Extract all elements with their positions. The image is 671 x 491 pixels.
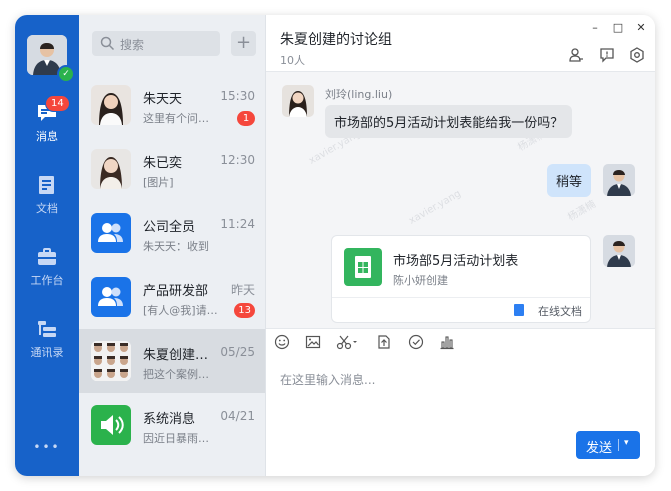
- briefcase-icon: [38, 248, 56, 265]
- sender-avatar[interactable]: [282, 85, 314, 117]
- send-button[interactable]: 发送 ▾: [576, 431, 640, 459]
- conversation-name: 朱已奕: [143, 156, 183, 171]
- shared-doc-card[interactable]: 市场部5月活动计划表 陈小妍创建 在线文档: [331, 235, 591, 323]
- conversation-item[interactable]: 产品研发部 昨天 [有人@我]请尽快处理 13: [79, 265, 265, 329]
- chat-panel: 朱夏创建的讨论组 10人 – □ ✕ xavier.yang xavier.ya…: [266, 15, 655, 476]
- conversation-item[interactable]: 朱夏创建的讨论组 05/25 把这个案例再整理一下: [79, 329, 265, 393]
- chevron-down-icon[interactable]: ▾: [624, 438, 629, 448]
- my-message-avatar: [603, 235, 635, 267]
- app-window: ✓ 14 消息 文档 工作台 通讯录 ••• 搜索 + 朱天天 15:30 这里…: [15, 15, 655, 476]
- input-toolbar: [266, 328, 655, 355]
- incoming-message[interactable]: 市场部的5月活动计划表能给我一份吗？: [325, 105, 573, 138]
- nav-label-messages: 消息: [36, 130, 58, 143]
- chat-title: 朱夏创建的讨论组: [280, 32, 392, 48]
- conversation-name: 朱夏创建的讨论组: [143, 348, 218, 363]
- outgoing-message[interactable]: 稍等: [547, 164, 592, 197]
- spreadsheet-icon: [344, 248, 382, 286]
- send-button-label: 发送: [586, 441, 613, 456]
- conversation-time: 05/25: [220, 345, 255, 359]
- member-count: 10人: [280, 54, 305, 67]
- conversation-item[interactable]: 朱已奕 12:30 [图片]: [79, 137, 265, 201]
- conversation-time: 15:30: [220, 89, 255, 103]
- image-icon[interactable]: [305, 334, 321, 350]
- nav-label-workbench: 工作台: [30, 274, 64, 287]
- conversation-time: 昨天: [230, 283, 255, 297]
- nav-item-contacts[interactable]: 通讯录: [15, 319, 79, 360]
- nav-label-contacts: 通讯录: [30, 346, 64, 359]
- document-icon: [39, 176, 54, 194]
- unread-badge: 1: [237, 111, 255, 126]
- add-button[interactable]: +: [231, 31, 256, 56]
- nav-label-docs: 文档: [36, 202, 58, 215]
- settings-icon[interactable]: [629, 47, 645, 63]
- contacts-icon: [38, 321, 56, 337]
- nav-rail: ✓ 14 消息 文档 工作台 通讯录 •••: [15, 15, 79, 476]
- unread-badge: 13: [234, 303, 255, 318]
- conversation-time: 11:24: [220, 217, 255, 231]
- my-message-avatar: [603, 164, 635, 196]
- search-icon: [100, 36, 115, 51]
- doc-title: 市场部5月活动计划表: [393, 254, 519, 269]
- send-divider: [618, 439, 619, 451]
- message-area: xavier.yang xavier.yang 杨潇楠 xavier.yang …: [266, 72, 655, 328]
- emoji-icon[interactable]: [274, 334, 290, 350]
- poll-chart-icon[interactable]: [439, 334, 455, 350]
- conversation-name: 系统消息: [143, 412, 196, 427]
- minimize-button[interactable]: –: [588, 21, 602, 35]
- close-button[interactable]: ✕: [634, 21, 648, 35]
- watermark: 杨潇楠: [566, 198, 598, 224]
- conversation-item[interactable]: 公司全员 11:24 朱天天：收到: [79, 201, 265, 265]
- sender-name: 刘玲(ling.liu): [325, 88, 393, 101]
- watermark: xavier.yang: [407, 188, 463, 227]
- search-placeholder: 搜索: [120, 38, 145, 52]
- speaker-icon: [91, 405, 131, 445]
- search-box[interactable]: 搜索: [92, 31, 220, 56]
- more-icon[interactable]: •••: [15, 440, 79, 454]
- chat-header: 朱夏创建的讨论组 10人 – □ ✕: [266, 15, 655, 72]
- file-upload-icon[interactable]: [376, 334, 392, 350]
- conversation-list: 搜索 + 朱天天 15:30 这里有个问题需要你来处理 1 朱已奕 12:30 …: [79, 15, 266, 476]
- doc-creator: 陈小妍创建: [393, 274, 448, 287]
- nav-item-messages[interactable]: 14 消息: [15, 95, 79, 144]
- conversation-item[interactable]: 朱天天 15:30 这里有个问题需要你来处理 1: [79, 73, 265, 137]
- avatar: [91, 85, 131, 125]
- group-icon: [91, 277, 131, 317]
- doc-type-label: 在线文档: [538, 305, 582, 318]
- message-input[interactable]: 在这里输入消息...: [280, 371, 375, 388]
- conversation-preview: 因近日暴雨天气请注意: [143, 432, 219, 445]
- conversation-preview: 这里有个问题需要你来处理: [143, 112, 219, 125]
- online-status-icon: ✓: [57, 65, 75, 83]
- avatar: [91, 341, 131, 381]
- conversation-preview: [有人@我]请尽快处理: [143, 304, 219, 317]
- online-doc-icon: [514, 304, 524, 316]
- nav-item-docs[interactable]: 文档: [15, 175, 79, 216]
- messages-badge: 14: [45, 95, 70, 112]
- nav-item-workbench[interactable]: 工作台: [15, 247, 79, 288]
- avatar: [91, 149, 131, 189]
- announcement-icon[interactable]: [599, 47, 615, 63]
- conversation-name: 朱天天: [143, 92, 183, 107]
- add-member-icon[interactable]: [568, 47, 584, 63]
- task-check-icon[interactable]: [408, 334, 424, 350]
- conversation-preview: [图片]: [143, 176, 174, 189]
- conversation-item[interactable]: 系统消息 04/21 因近日暴雨天气请注意: [79, 393, 265, 457]
- screenshot-icon[interactable]: [336, 334, 358, 350]
- maximize-button[interactable]: □: [611, 21, 625, 35]
- group-icon: [91, 213, 131, 253]
- conversation-name: 产品研发部: [143, 284, 209, 299]
- conversation-time: 04/21: [220, 409, 255, 423]
- conversation-preview: 朱天天：收到: [143, 240, 209, 253]
- conversation-preview: 把这个案例再整理一下: [143, 368, 219, 381]
- doc-card-footer: 在线文档: [332, 297, 590, 323]
- conversation-name: 公司全员: [143, 220, 196, 235]
- conversation-time: 12:30: [220, 153, 255, 167]
